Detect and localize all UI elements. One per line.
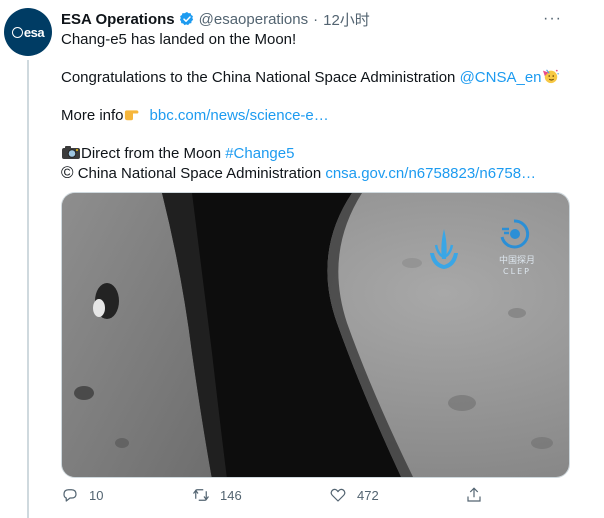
copyright-symbol: © [61, 163, 74, 182]
esa-avatar[interactable]: esa [4, 8, 52, 56]
tweet-actions-bar: 10 146 472 [61, 486, 581, 510]
tweet-line-5: © China National Space Administration cn… [61, 163, 536, 183]
party-face-emoji-icon [542, 69, 559, 84]
retweet-icon [193, 489, 209, 501]
bbc-news-link[interactable]: bbc.com/news/science-e… [150, 107, 329, 124]
change5-hashtag-link[interactable]: #Change5 [225, 145, 294, 162]
tweet-card[interactable]: esa ESA Operations @esaoperations · 12小时… [0, 0, 604, 518]
clep-chinese-label: 中国探月 [499, 254, 535, 266]
tweet-header: ESA Operations @esaoperations · 12小时 [61, 9, 370, 29]
like-count: 472 [357, 487, 379, 503]
cnsa-gov-link[interactable]: cnsa.gov.cn/n6758823/n6758… [325, 165, 536, 182]
esa-logo: esa [11, 24, 45, 40]
tweet-line-3: More info bbc.com/news/science-e… [61, 106, 329, 125]
thread-line [27, 60, 29, 518]
tweet-line-2: Congratulations to the China National Sp… [61, 68, 560, 87]
reply-count: 10 [89, 487, 104, 503]
congrats-text: Congratulations to the China National Sp… [61, 69, 460, 86]
camera-emoji-icon [62, 146, 80, 159]
reply-button[interactable]: 10 [61, 486, 103, 504]
tweet-time[interactable]: 12小时 [323, 9, 370, 30]
author-name[interactable]: ESA Operations [61, 11, 175, 28]
more-options-icon[interactable]: ··· [543, 10, 562, 28]
moon-surface-image: 中国探月 CLEP [62, 193, 569, 477]
esa-globe-icon [11, 26, 23, 38]
retweet-button[interactable]: 146 [192, 486, 242, 504]
pointing-hand-emoji-icon [124, 110, 138, 121]
retweet-count: 146 [220, 487, 242, 503]
moon-surface-photo[interactable]: 中国探月 CLEP [61, 192, 570, 478]
clep-english-label: CLEP [503, 267, 531, 276]
tweet-line-4: Direct from the Moon #Change5 [61, 144, 294, 163]
more-info-text: More info [61, 107, 124, 124]
separator-dot: · [313, 10, 319, 28]
verified-badge-icon [179, 12, 193, 26]
share-button[interactable] [465, 486, 493, 504]
copyright-owner-text: China National Space Administration [73, 165, 326, 182]
share-icon [467, 487, 481, 502]
author-handle[interactable]: @esaoperations [199, 11, 308, 28]
direct-from-moon-text: Direct from the Moon [81, 145, 226, 162]
cnsa-mention-link[interactable]: @CNSA_en [460, 69, 542, 86]
tweet-line-1: Chang-e5 has landed on the Moon! [61, 31, 297, 48]
avatar-logo-text: esa [23, 24, 45, 40]
reply-icon [63, 489, 77, 502]
heart-icon [330, 488, 346, 502]
like-button[interactable]: 472 [329, 486, 379, 504]
